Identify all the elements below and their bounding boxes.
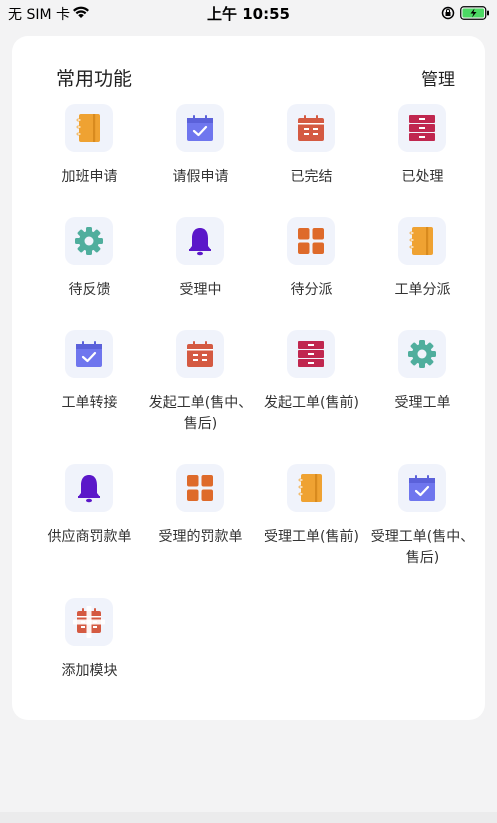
calendar-check-icon [65, 330, 113, 378]
function-item[interactable]: 请假申请 [145, 104, 256, 204]
function-label: 请假申请 [172, 169, 229, 185]
function-label: 受理工单(售中、售后) [370, 529, 475, 566]
status-bar: 无 SIM 卡 上午 10:55 [0, 0, 497, 26]
grid-icon [287, 217, 335, 265]
function-label: 受理中 [179, 282, 222, 298]
card-title: 常用功能 [56, 68, 133, 90]
bell-icon [176, 217, 224, 265]
function-item[interactable]: 受理工单(售中、售后) [367, 464, 478, 566]
function-label: 工单分派 [394, 282, 451, 298]
function-item[interactable]: 发起工单(售前) [256, 330, 367, 430]
function-label: 受理工单 [394, 395, 451, 411]
function-label: 待分派 [290, 282, 333, 298]
cabinet-icon [287, 330, 335, 378]
notebook-icon [287, 464, 335, 512]
notebook-icon [398, 217, 446, 265]
manage-button[interactable]: 管理 [421, 65, 455, 90]
function-label: 待反馈 [68, 282, 111, 298]
function-item[interactable]: 加班申请 [34, 104, 145, 204]
calendar-check-icon [398, 464, 446, 512]
calendar-check-icon [176, 104, 224, 152]
function-item[interactable]: 供应商罚款单 [34, 464, 145, 564]
bottom-strip [0, 812, 497, 823]
function-item[interactable]: 已完结 [256, 104, 367, 204]
function-label: 供应商罚款单 [47, 529, 132, 545]
cabinet-icon [398, 104, 446, 152]
function-label: 受理的罚款单 [158, 529, 243, 545]
function-item[interactable]: 受理的罚款单 [145, 464, 256, 564]
function-item[interactable]: 受理工单 [367, 330, 478, 430]
function-item[interactable]: 待分派 [256, 217, 367, 317]
function-item[interactable]: 受理工单(售前) [256, 464, 367, 564]
battery-icon [460, 5, 490, 24]
function-label: 发起工单(售前) [264, 395, 359, 411]
function-label: 已处理 [401, 169, 444, 185]
function-label: 已完结 [290, 169, 333, 185]
function-label: 发起工单(售中、售后) [148, 395, 253, 432]
rotation-lock-icon [441, 5, 455, 24]
gear-icon [65, 217, 113, 265]
add-module-icon [65, 598, 113, 646]
function-item[interactable]: 受理中 [145, 217, 256, 317]
function-item[interactable]: 已处理 [367, 104, 478, 204]
grid-icon [176, 464, 224, 512]
calendar-list-icon [176, 330, 224, 378]
calendar-list-icon [287, 104, 335, 152]
notebook-icon [65, 104, 113, 152]
clock: 上午 10:55 [207, 5, 290, 23]
add-module-button[interactable]: 添加模块 [34, 598, 145, 698]
function-item[interactable]: 待反馈 [34, 217, 145, 317]
function-label: 加班申请 [61, 169, 118, 185]
function-label: 工单转接 [61, 395, 118, 411]
function-label: 受理工单(售前) [264, 529, 359, 545]
function-item[interactable]: 发起工单(售中、售后) [145, 330, 256, 432]
function-label: 添加模块 [61, 663, 118, 679]
bell-icon [65, 464, 113, 512]
gear-icon [398, 330, 446, 378]
function-item[interactable]: 工单转接 [34, 330, 145, 430]
common-functions-card: 常用功能 管理 加班申请 请假申请 已完结 已处理 待反馈 受理中 待分派 工单… [12, 36, 485, 720]
function-item[interactable]: 工单分派 [367, 217, 478, 317]
